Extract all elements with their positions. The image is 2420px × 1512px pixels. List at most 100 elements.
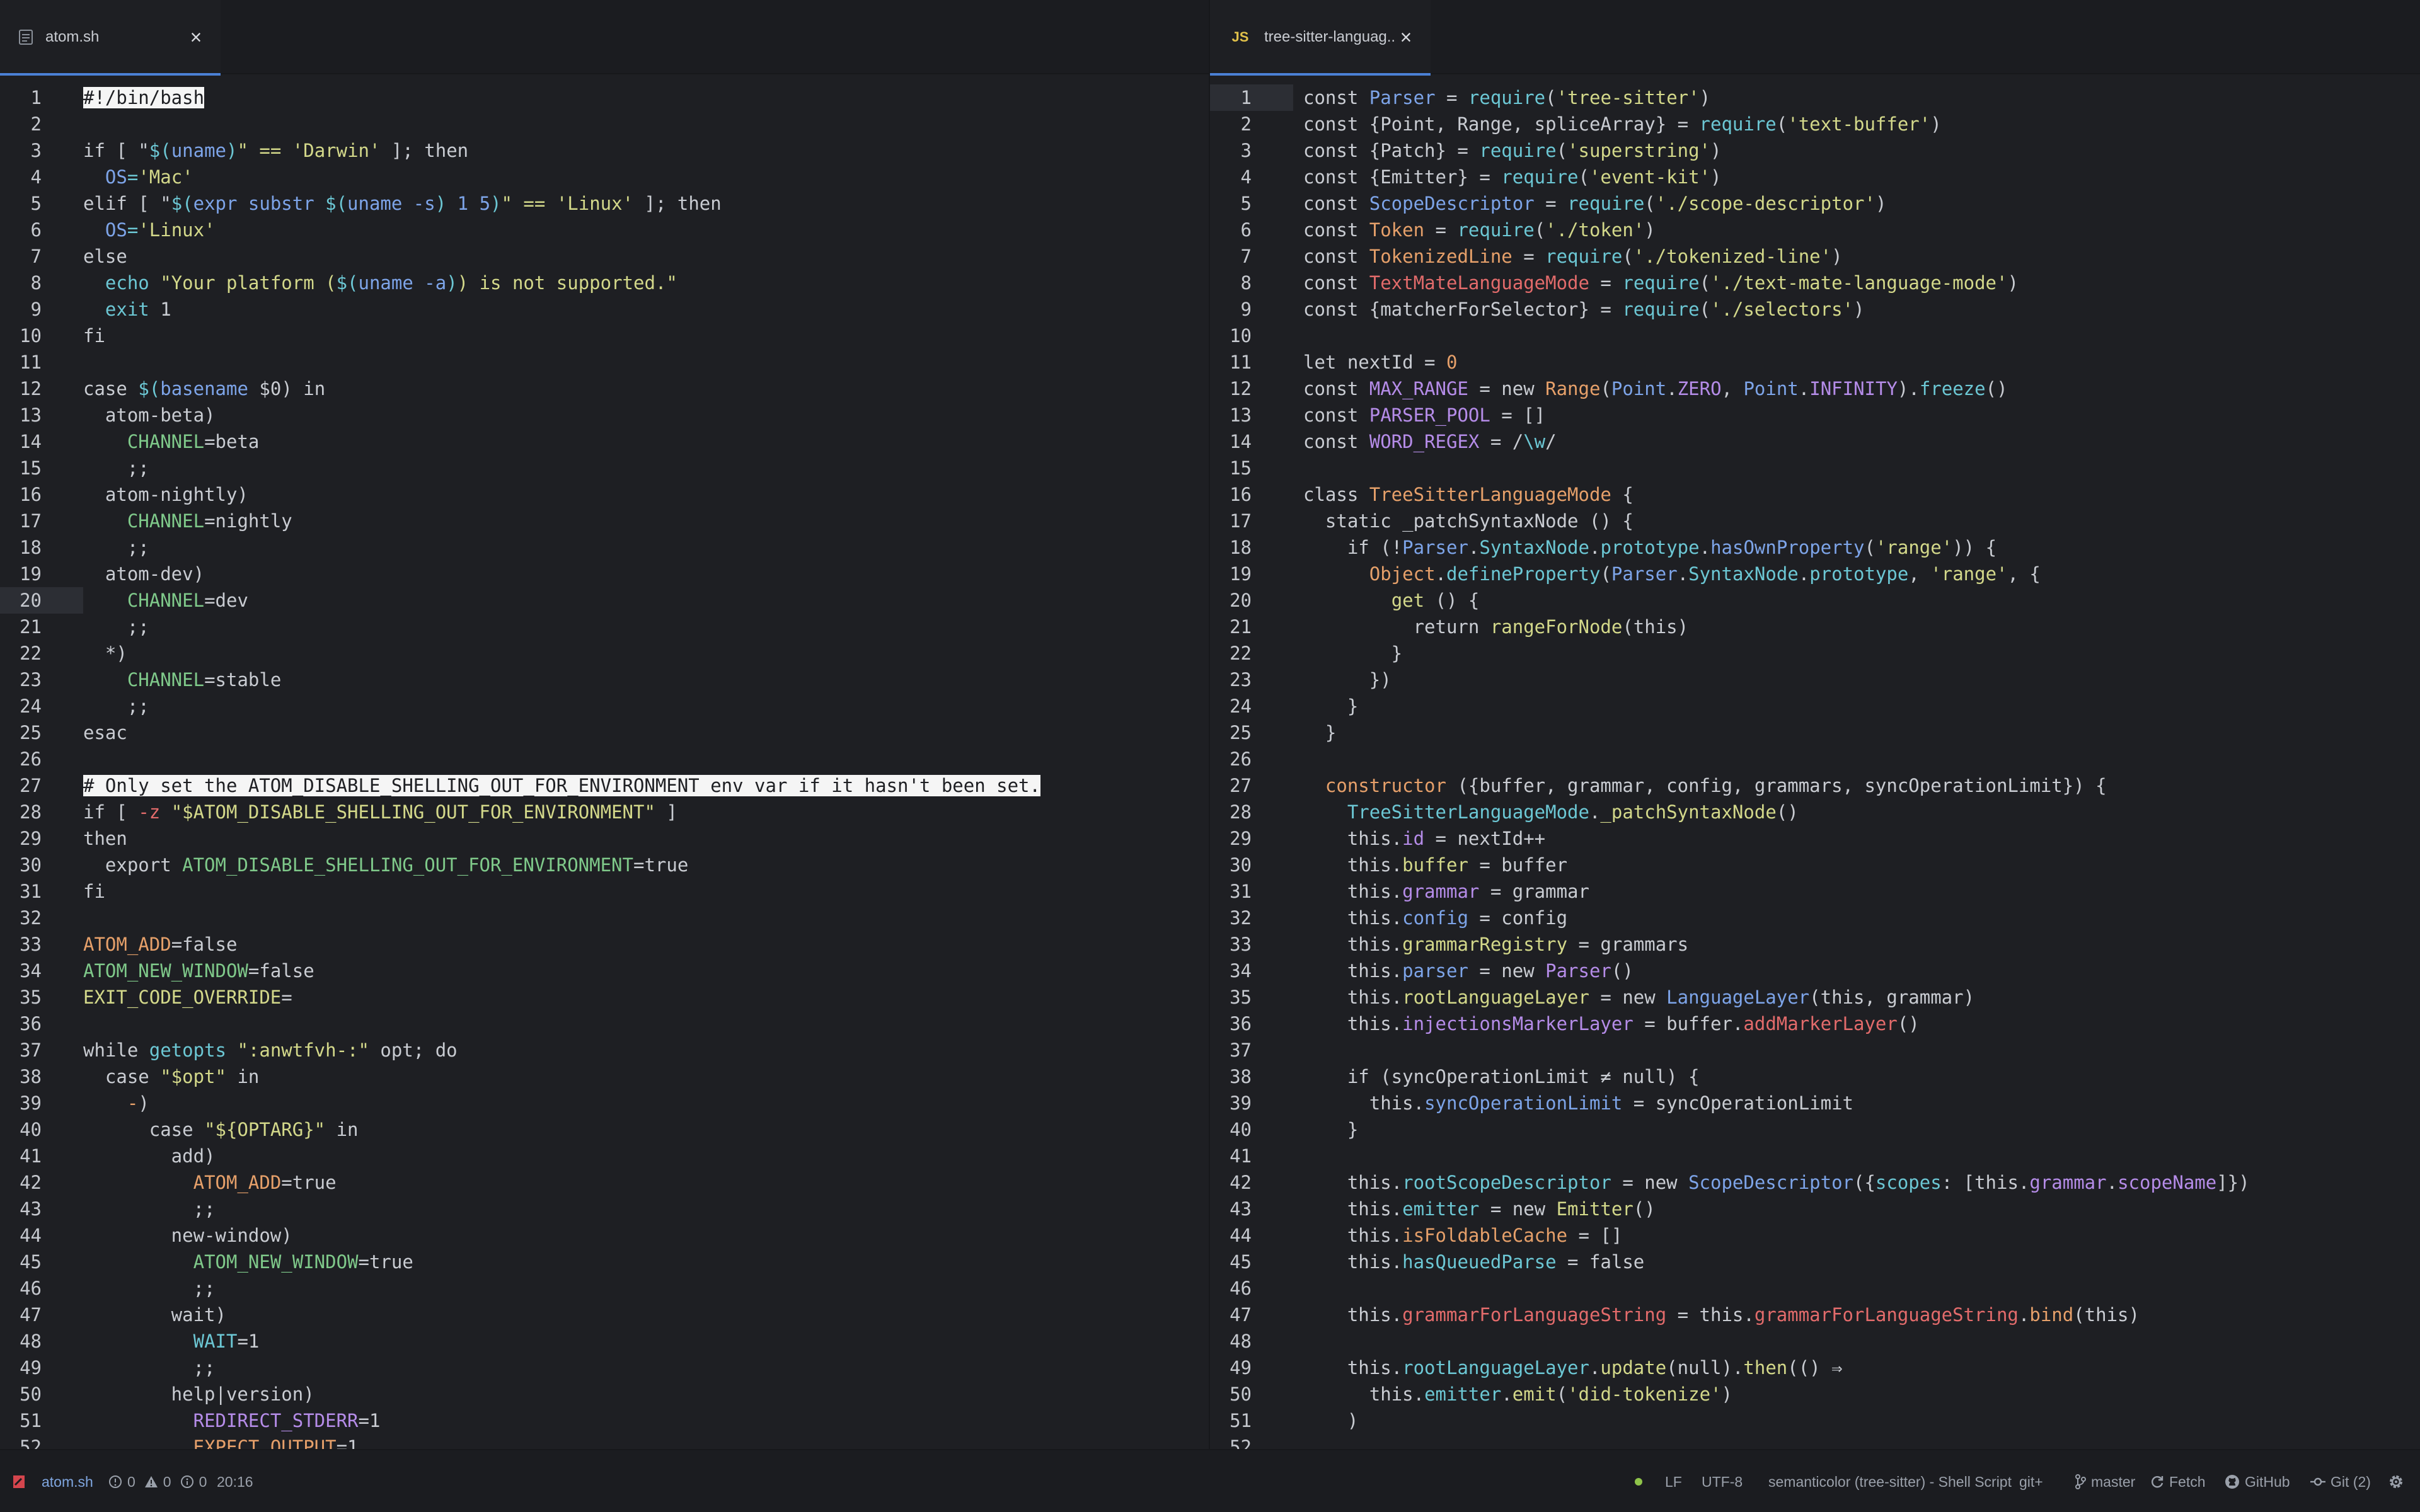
line-number[interactable]: 6 (0, 217, 42, 243)
fetch-button[interactable]: Fetch (2150, 1450, 2206, 1512)
line-number[interactable]: 37 (0, 1037, 42, 1063)
line-number[interactable]: 47 (0, 1302, 42, 1328)
code-text[interactable]: return rangeForNode(this) (1303, 614, 1689, 640)
code-line[interactable]: 34 ATOM_NEW_WINDOW=false (0, 958, 1209, 984)
code-text[interactable]: const TokenizedLine = require('./tokeniz… (1303, 243, 1843, 270)
line-number[interactable]: 32 (1210, 905, 1252, 931)
line-number[interactable]: 33 (1210, 931, 1252, 958)
code-line[interactable]: 20 CHANNEL=dev (0, 587, 1209, 614)
code-line[interactable]: 40 } (1210, 1116, 2420, 1143)
code-line[interactable]: 29 this.id = nextId++ (1210, 825, 2420, 852)
code-line[interactable]: 41 (1210, 1143, 2420, 1169)
line-number[interactable]: 48 (1210, 1328, 1252, 1354)
line-number[interactable]: 28 (1210, 799, 1252, 825)
code-text[interactable]: export ATOM_DISABLE_SHELLING_OUT_FOR_ENV… (83, 852, 688, 878)
line-number[interactable]: 15 (0, 455, 42, 481)
code-line[interactable]: 23 CHANNEL=stable (0, 667, 1209, 693)
code-text[interactable]: this.parser = new Parser() (1303, 958, 1634, 984)
line-number[interactable]: 1 (1210, 84, 1252, 111)
code-line[interactable]: 36 (0, 1011, 1209, 1037)
code-text[interactable]: else (83, 243, 127, 270)
code-text[interactable]: ;; (83, 455, 149, 481)
code-text[interactable]: const MAX_RANGE = new Range(Point.ZERO, … (1303, 375, 2008, 402)
code-text[interactable]: } (1303, 640, 1402, 667)
code-text[interactable]: this.grammarForLanguageString = this.gra… (1303, 1302, 2140, 1328)
code-line[interactable]: 5 const ScopeDescriptor = require('./scop… (1210, 190, 2420, 217)
code-line[interactable]: 43 this.emitter = new Emitter() (1210, 1196, 2420, 1222)
line-number[interactable]: 25 (1210, 719, 1252, 746)
code-text[interactable]: this.rootScopeDescriptor = new ScopeDesc… (1303, 1169, 2250, 1196)
code-text[interactable]: this.grammar = grammar (1303, 878, 1589, 905)
code-text[interactable]: exit 1 (83, 296, 171, 323)
line-number[interactable]: 37 (1210, 1037, 1252, 1063)
code-line[interactable]: 46 (1210, 1275, 2420, 1302)
code-line[interactable]: 33 this.grammarRegistry = grammars (1210, 931, 2420, 958)
code-line[interactable]: 31 fi (0, 878, 1209, 905)
line-number[interactable]: 23 (1210, 667, 1252, 693)
code-text[interactable]: atom-nightly) (83, 481, 248, 508)
code-line[interactable]: 29 then (0, 825, 1209, 852)
line-number[interactable]: 30 (1210, 852, 1252, 878)
line-number[interactable]: 31 (0, 878, 42, 905)
line-number[interactable]: 31 (1210, 878, 1252, 905)
line-number[interactable]: 10 (1210, 323, 1252, 349)
code-line[interactable]: 20 get () { (1210, 587, 2420, 614)
code-line[interactable]: 26 (0, 746, 1209, 772)
line-number[interactable]: 49 (1210, 1354, 1252, 1381)
code-line[interactable]: 3 const {Patch} = require('superstring') (1210, 137, 2420, 164)
line-number[interactable]: 1 (0, 84, 42, 111)
code-text[interactable]: -) (83, 1090, 149, 1116)
line-number[interactable]: 11 (1210, 349, 1252, 375)
line-number[interactable]: 4 (1210, 164, 1252, 190)
code-text[interactable]: ) (1303, 1407, 1358, 1434)
code-line[interactable]: 17 static _patchSyntaxNode () { (1210, 508, 2420, 534)
linter-status[interactable]: 0 0 0 (108, 1450, 207, 1512)
code-text[interactable]: OS='Linux' (83, 217, 216, 243)
code-text[interactable]: Object.defineProperty(Parser.SyntaxNode.… (1303, 561, 2041, 587)
code-text[interactable]: ATOM_NEW_WINDOW=true (83, 1249, 413, 1275)
code-text[interactable]: this.syncOperationLimit = syncOperationL… (1303, 1090, 1853, 1116)
code-text[interactable]: this.buffer = buffer (1303, 852, 1567, 878)
code-text[interactable]: add) (83, 1143, 216, 1169)
code-line[interactable]: 45 ATOM_NEW_WINDOW=true (0, 1249, 1209, 1275)
code-line[interactable]: 19 atom-dev) (0, 561, 1209, 587)
code-text[interactable]: } (1303, 693, 1358, 719)
code-text[interactable]: then (83, 825, 127, 852)
code-text[interactable]: const ScopeDescriptor = require('./scope… (1303, 190, 1886, 217)
line-number[interactable]: 3 (1210, 137, 1252, 164)
code-line[interactable]: 10 (1210, 323, 2420, 349)
code-editor-right[interactable]: 1 const Parser = require('tree-sitter') 2 c… (1210, 76, 2420, 1449)
line-number[interactable]: 51 (0, 1407, 42, 1434)
line-number[interactable]: 14 (1210, 428, 1252, 455)
code-line[interactable]: 49 this.rootLanguageLayer.update(null).t… (1210, 1354, 2420, 1381)
line-number[interactable]: 36 (0, 1011, 42, 1037)
code-text[interactable]: this.emitter = new Emitter() (1303, 1196, 1656, 1222)
code-line[interactable]: 2 (0, 111, 1209, 137)
status-file-name[interactable]: atom.sh (42, 1450, 93, 1512)
code-line[interactable]: 2 const {Point, Range, spliceArray} = req… (1210, 111, 2420, 137)
line-number[interactable]: 29 (1210, 825, 1252, 852)
line-number[interactable]: 34 (0, 958, 42, 984)
code-line[interactable]: 13 atom-beta) (0, 402, 1209, 428)
code-text[interactable]: } (1303, 1116, 1358, 1143)
line-number[interactable]: 42 (1210, 1169, 1252, 1196)
code-line[interactable]: 42 this.rootScopeDescriptor = new ScopeD… (1210, 1169, 2420, 1196)
code-text[interactable]: if (!Parser.SyntaxNode.prototype.hasOwnP… (1303, 534, 1997, 561)
code-line[interactable]: 22 } (1210, 640, 2420, 667)
code-line[interactable]: 35 this.rootLanguageLayer = new Language… (1210, 984, 2420, 1011)
line-number[interactable]: 26 (0, 746, 42, 772)
code-text[interactable]: this.grammarRegistry = grammars (1303, 931, 1688, 958)
code-line[interactable]: 47 wait) (0, 1302, 1209, 1328)
code-line[interactable]: 1 const Parser = require('tree-sitter') (1210, 84, 2420, 111)
code-line[interactable]: 25 esac (0, 719, 1209, 746)
line-number[interactable]: 16 (0, 481, 42, 508)
code-text[interactable]: if (syncOperationLimit ≠ null) { (1303, 1063, 1700, 1090)
code-text[interactable]: ATOM_ADD=false (83, 931, 237, 958)
line-number[interactable]: 30 (0, 852, 42, 878)
line-number[interactable]: 43 (1210, 1196, 1252, 1222)
code-line[interactable]: 7 else (0, 243, 1209, 270)
code-line[interactable]: 32 this.config = config (1210, 905, 2420, 931)
line-number[interactable]: 18 (1210, 534, 1252, 561)
line-number[interactable]: 20 (1210, 587, 1252, 614)
right-editor-pane[interactable]: JS tree-sitter-languag... × 1 const Parse… (1210, 0, 2420, 1449)
